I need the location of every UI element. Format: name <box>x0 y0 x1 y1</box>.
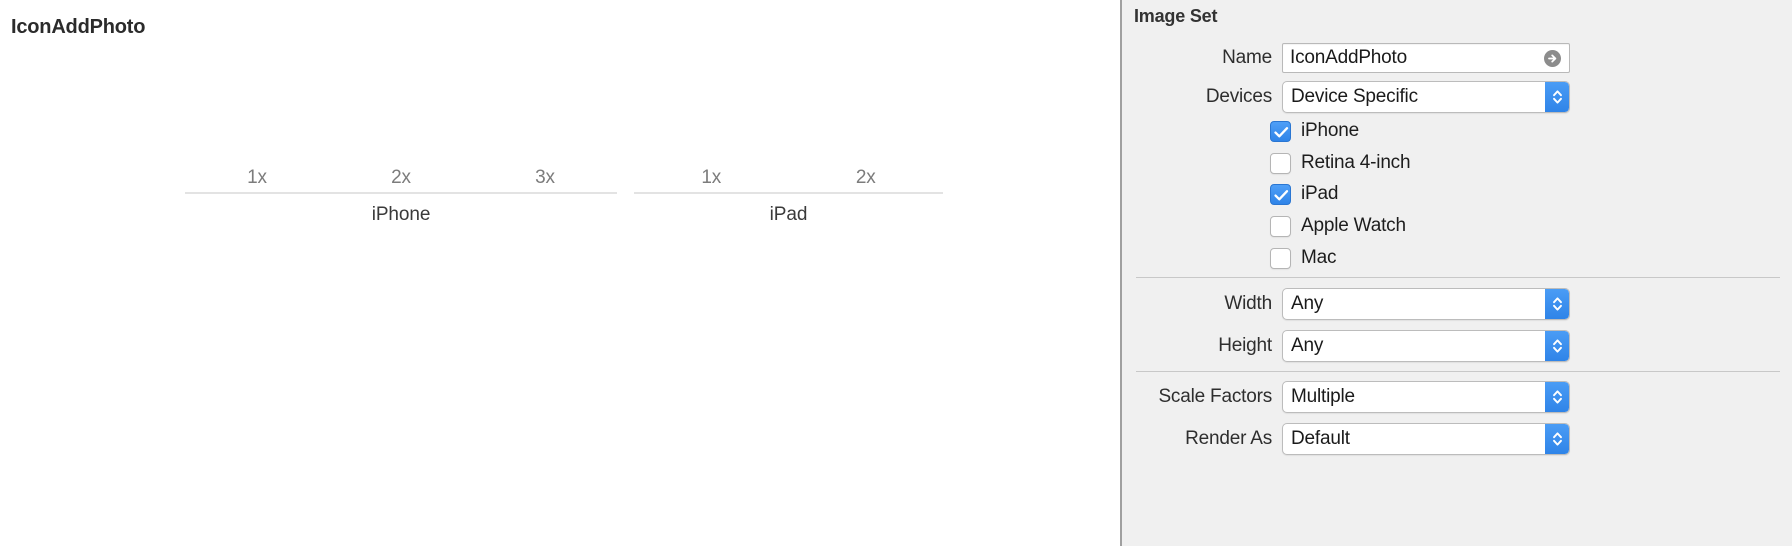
slot-ipad-1x[interactable]: 1x <box>634 167 789 192</box>
name-control: IconAddPhoto <box>1282 43 1570 73</box>
inspector-section-title: Image Set <box>1134 6 1218 26</box>
slot-group-iphone: 1x 2x 3x iPhone <box>185 150 617 226</box>
chevron-updown-icon[interactable] <box>1545 82 1569 112</box>
checkbox-checked-icon[interactable] <box>1270 120 1291 142</box>
arrow-right-circle-icon[interactable] <box>1543 49 1562 68</box>
checkbox-checked-icon[interactable] <box>1270 183 1291 205</box>
scale-factors-control: Multiple <box>1282 381 1570 413</box>
device-checkbox-label: iPhone <box>1301 120 1359 141</box>
slot-iphone-2x[interactable]: 2x <box>329 167 473 192</box>
height-label: Height <box>1218 335 1272 356</box>
slot-group-ipad: 1x 2x iPad <box>634 150 943 226</box>
name-input[interactable]: IconAddPhoto <box>1282 43 1570 73</box>
height-dropdown[interactable]: Any <box>1282 330 1570 362</box>
width-row: Width Any <box>1122 288 1570 320</box>
height-row: Height Any <box>1122 330 1570 362</box>
group-label-ipad: iPad <box>769 204 808 225</box>
asset-title: IconAddPhoto <box>11 16 146 38</box>
attributes-inspector-panel: Image Set Name IconAddPhoto Devices Devi… <box>1120 0 1792 546</box>
width-dropdown[interactable]: Any <box>1282 288 1570 320</box>
scale-factors-label: Scale Factors <box>1158 386 1272 407</box>
render-as-control: Default <box>1282 423 1570 455</box>
asset-canvas: IconAddPhoto 1x 2x 3x iPhone 1x 2x iPad <box>0 0 1120 546</box>
scale-factors-row: Scale Factors Multiple <box>1122 381 1570 413</box>
checkbox-unchecked-icon[interactable] <box>1270 247 1291 269</box>
slot-iphone-1x[interactable]: 1x <box>185 167 329 192</box>
name-label: Name <box>1222 47 1272 68</box>
width-dropdown-value: Any <box>1291 293 1324 314</box>
device-checkbox-label: Retina 4-inch <box>1301 152 1411 173</box>
devices-label: Devices <box>1205 86 1272 107</box>
scale-factors-dropdown-value: Multiple <box>1291 386 1355 407</box>
device-checkbox-label: Apple Watch <box>1301 215 1406 236</box>
name-input-value: IconAddPhoto <box>1290 47 1407 68</box>
image-set-editor: IconAddPhoto 1x 2x 3x iPhone 1x 2x iPad … <box>0 0 1792 546</box>
device-checkbox-apple-watch[interactable]: Apple Watch <box>1270 213 1406 239</box>
devices-control: Device Specific <box>1282 81 1570 113</box>
slot-row: 1x 2x 3x <box>185 150 617 192</box>
device-checkbox-retina-4-inch[interactable]: Retina 4-inch <box>1270 150 1411 176</box>
device-checkbox-label: Mac <box>1301 247 1337 268</box>
slot-iphone-3x[interactable]: 3x <box>473 167 617 192</box>
width-label: Width <box>1224 293 1272 314</box>
device-checkbox-ipad[interactable]: iPad <box>1270 181 1338 207</box>
scale-factors-dropdown[interactable]: Multiple <box>1282 381 1570 413</box>
devices-dropdown-value: Device Specific <box>1291 86 1418 107</box>
render-as-dropdown-value: Default <box>1291 428 1350 449</box>
render-as-row: Render As Default <box>1122 423 1570 455</box>
checkbox-unchecked-icon[interactable] <box>1270 152 1291 174</box>
chevron-updown-icon[interactable] <box>1545 331 1569 361</box>
group-label-iphone: iPhone <box>371 204 431 225</box>
name-row: Name IconAddPhoto <box>1122 43 1570 73</box>
width-control: Any <box>1282 288 1570 320</box>
height-dropdown-value: Any <box>1291 335 1324 356</box>
chevron-updown-icon[interactable] <box>1545 382 1569 412</box>
height-control: Any <box>1282 330 1570 362</box>
chevron-updown-icon[interactable] <box>1545 424 1569 454</box>
render-as-label: Render As <box>1185 428 1272 449</box>
device-checkbox-iphone[interactable]: iPhone <box>1270 118 1359 144</box>
device-checkbox-label: iPad <box>1301 183 1339 204</box>
devices-dropdown[interactable]: Device Specific <box>1282 81 1570 113</box>
slot-ipad-2x[interactable]: 2x <box>789 167 944 192</box>
checkbox-unchecked-icon[interactable] <box>1270 215 1291 237</box>
chevron-updown-icon[interactable] <box>1545 289 1569 319</box>
divider <box>1136 371 1780 372</box>
divider <box>1136 277 1780 278</box>
slot-row: 1x 2x <box>634 150 943 192</box>
device-checkbox-mac[interactable]: Mac <box>1270 245 1336 271</box>
render-as-dropdown[interactable]: Default <box>1282 423 1570 455</box>
devices-row: Devices Device Specific <box>1122 81 1570 113</box>
